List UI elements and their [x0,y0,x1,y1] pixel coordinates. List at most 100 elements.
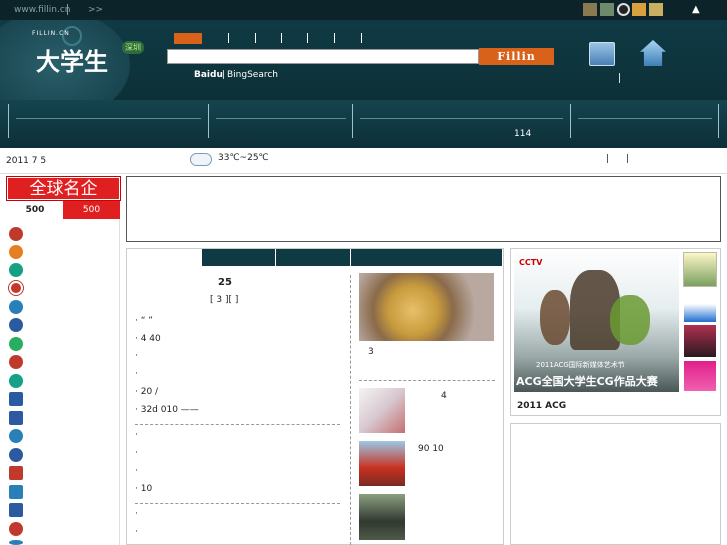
nav-group-1[interactable] [16,118,201,119]
home-icon[interactable] [640,40,666,66]
nav-divider [8,104,9,138]
mooncake-photo[interactable] [359,273,494,341]
headline-subline[interactable]: [ 3 ][ ] [210,295,238,305]
nav-114-link[interactable]: 114 [514,129,531,139]
company-logo[interactable] [9,485,23,499]
company-logo[interactable] [9,374,23,388]
tab-news-active[interactable] [127,249,202,266]
search-tab[interactable] [361,33,362,43]
company-logo[interactable] [9,540,23,545]
promo-thumb[interactable] [684,292,716,322]
cctv-logo: CCTV [519,258,543,267]
nav-divider [570,104,571,138]
app-icon[interactable] [600,3,614,16]
weather-text: 33℃~25℃ [218,153,269,163]
promo-thumb[interactable] [684,361,716,391]
search-tab[interactable] [334,33,335,43]
news-item[interactable]: · 10 [135,484,152,494]
poster-title: 2011ACG国际新媒体艺术节 [536,361,625,369]
character-art [540,290,570,345]
company-logo[interactable] [9,466,23,480]
engine-bing[interactable]: BingSearch [227,70,278,80]
divider [135,503,340,504]
divider [135,424,340,425]
site-url[interactable]: www.fillin.cn [14,5,71,15]
promo-thumb[interactable] [684,325,716,357]
pencil-icon[interactable] [632,3,646,16]
news-item[interactable]: · [135,509,138,519]
search-tab[interactable] [307,33,308,43]
tab-top500-right[interactable]: 500 [63,201,120,219]
tab-top500-left[interactable]: 500 [7,201,63,219]
promo-thumb[interactable] [683,252,717,287]
news-item[interactable]: · 20 / [135,387,158,397]
search-input[interactable] [167,49,479,64]
side-news-item[interactable]: 4 [441,391,447,401]
search-tab[interactable] [255,33,256,43]
news-item[interactable]: · [135,351,138,361]
news-item[interactable]: · “ ” [135,316,153,326]
nav-group-4[interactable] [578,118,712,119]
ball-icon[interactable] [617,3,630,16]
company-logo[interactable] [9,245,23,259]
folder-icon[interactable] [649,3,663,16]
search-tab-active[interactable] [174,33,202,44]
company-logo[interactable] [9,337,23,351]
company-logo[interactable] [8,280,24,296]
scroll-top-icon[interactable]: ▲ [692,4,700,15]
company-logo[interactable] [9,411,23,425]
company-logo[interactable] [9,522,23,536]
header: FILLIN.CN 大学生 深圳 Fillin Baidu | BingSear… [0,20,727,100]
company-logo-list [7,219,120,545]
news-thumb[interactable] [359,388,405,433]
news-item[interactable]: · [135,466,138,476]
promo-box-2 [510,423,721,545]
date-bar: 2011 7 5 33℃~25℃ | | [0,148,727,174]
logo-small: FILLIN.CN [32,30,70,37]
search-tab[interactable] [281,33,282,43]
computer-icon[interactable] [589,42,615,66]
news-item[interactable]: · [135,430,138,440]
side-news-item[interactable]: 90 10 [418,444,444,454]
nav-group-3[interactable] [360,118,563,119]
company-logo[interactable] [9,318,23,332]
flag-photo[interactable] [359,441,405,486]
company-logo[interactable] [9,448,23,462]
company-logo[interactable] [9,355,23,369]
company-logo[interactable] [9,392,23,406]
more-link[interactable]: >> [88,5,103,15]
nav-group-2[interactable] [216,118,346,119]
tab-news[interactable] [276,249,351,266]
date-text: 2011 7 5 [6,156,47,166]
tab-news[interactable] [351,249,503,266]
news-item[interactable]: · [135,369,138,379]
engine-baidu[interactable]: Baidu [194,70,223,80]
company-logo[interactable] [9,429,23,443]
company-logo[interactable] [9,263,23,277]
nav-divider [208,104,209,138]
ad-banner[interactable] [126,176,721,242]
promo-caption[interactable]: 2011 ACG [517,401,566,411]
logo-badge: 深圳 [122,41,144,54]
company-logo[interactable] [9,227,23,241]
logo[interactable]: 大学生 [36,42,108,77]
tab-news[interactable] [202,249,276,266]
news-item[interactable]: · 32d 010 —— [135,405,199,415]
global-companies-banner[interactable]: 全球名企 [6,176,121,201]
news-item[interactable]: · 4 40 [135,334,161,344]
search-tab[interactable] [228,33,229,43]
news-item[interactable]: · [135,448,138,458]
headline[interactable]: 25 [218,277,232,288]
divider [67,4,68,15]
cloud-icon [190,153,212,166]
group-photo[interactable] [359,494,405,540]
top-bar: www.fillin.cn >> ▲ [0,0,727,20]
news-item[interactable]: · [135,527,138,537]
search-button[interactable]: Fillin [479,48,554,65]
company-logo[interactable] [9,503,23,517]
nav-divider [352,104,353,138]
game-icon[interactable] [583,3,597,16]
company-logo[interactable] [9,300,23,314]
poster-subtitle: ACG全国大学生CG作品大赛 [516,375,658,388]
photo-caption[interactable]: 3 [368,347,374,357]
